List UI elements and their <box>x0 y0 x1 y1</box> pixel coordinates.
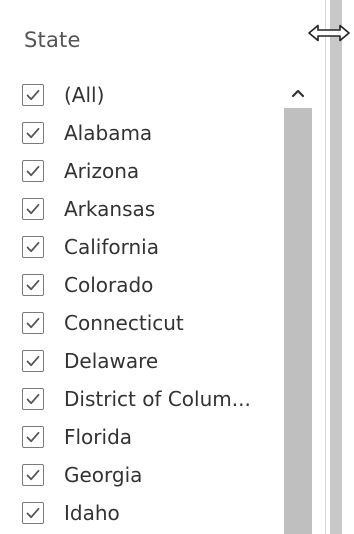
list-item[interactable]: Arizona <box>22 152 284 190</box>
list-item[interactable]: District of Colum... <box>22 380 284 418</box>
checkmark-icon <box>26 469 40 481</box>
checkbox[interactable] <box>22 502 44 524</box>
checkmark-icon <box>26 279 40 291</box>
list-item-label: Florida <box>64 425 133 449</box>
checkmark-icon <box>26 431 40 443</box>
state-list: (All) Alabama Arizona Arkansas Californi… <box>22 76 284 532</box>
list-item[interactable]: Florida <box>22 418 284 456</box>
scrollbar-thumb[interactable] <box>284 108 312 534</box>
checkmark-icon <box>26 241 40 253</box>
list-item-label: Arizona <box>64 159 140 183</box>
list-item-label: (All) <box>64 83 105 107</box>
filter-card: State (All) Alabama Arizona Arkansas Cal… <box>0 0 326 534</box>
list-item[interactable]: Georgia <box>22 456 284 494</box>
list-item[interactable]: Arkansas <box>22 190 284 228</box>
checkbox[interactable] <box>22 84 44 106</box>
filter-title: State <box>24 28 81 52</box>
checkmark-icon <box>26 317 40 329</box>
list-item-label: Delaware <box>64 349 159 373</box>
list-item-label: Idaho <box>64 501 120 525</box>
list-item-label: Colorado <box>64 273 154 297</box>
list-item[interactable]: Connecticut <box>22 304 284 342</box>
list-item[interactable]: Alabama <box>22 114 284 152</box>
list-item[interactable]: Delaware <box>22 342 284 380</box>
checkbox[interactable] <box>22 122 44 144</box>
list-item[interactable]: (All) <box>22 76 284 114</box>
list-item[interactable]: Idaho <box>22 494 284 532</box>
checkmark-icon <box>26 89 40 101</box>
list-item[interactable]: Colorado <box>22 266 284 304</box>
checkmark-icon <box>26 127 40 139</box>
checkbox[interactable] <box>22 198 44 220</box>
checkbox[interactable] <box>22 274 44 296</box>
checkbox[interactable] <box>22 464 44 486</box>
checkbox[interactable] <box>22 312 44 334</box>
list-item[interactable]: California <box>22 228 284 266</box>
panel-divider[interactable] <box>330 0 342 534</box>
checkbox[interactable] <box>22 236 44 258</box>
checkmark-icon <box>26 507 40 519</box>
list-item-label: Georgia <box>64 463 143 487</box>
checkmark-icon <box>26 165 40 177</box>
checkbox[interactable] <box>22 350 44 372</box>
resize-handle[interactable] <box>306 22 352 44</box>
list-item-label: District of Colum... <box>64 387 251 411</box>
checkmark-icon <box>26 393 40 405</box>
chevron-up-icon <box>291 89 305 98</box>
checkbox[interactable] <box>22 426 44 448</box>
state-filter-panel: State (All) Alabama Arizona Arkansas Cal… <box>0 0 354 534</box>
list-item-label: Alabama <box>64 121 153 145</box>
scroll-up-button[interactable] <box>284 80 312 106</box>
checkbox[interactable] <box>22 160 44 182</box>
list-item-label: California <box>64 235 159 259</box>
horizontal-resize-icon <box>308 24 350 42</box>
list-item-label: Connecticut <box>64 311 184 335</box>
checkmark-icon <box>26 203 40 215</box>
list-item-label: Arkansas <box>64 197 156 221</box>
checkbox[interactable] <box>22 388 44 410</box>
checkmark-icon <box>26 355 40 367</box>
